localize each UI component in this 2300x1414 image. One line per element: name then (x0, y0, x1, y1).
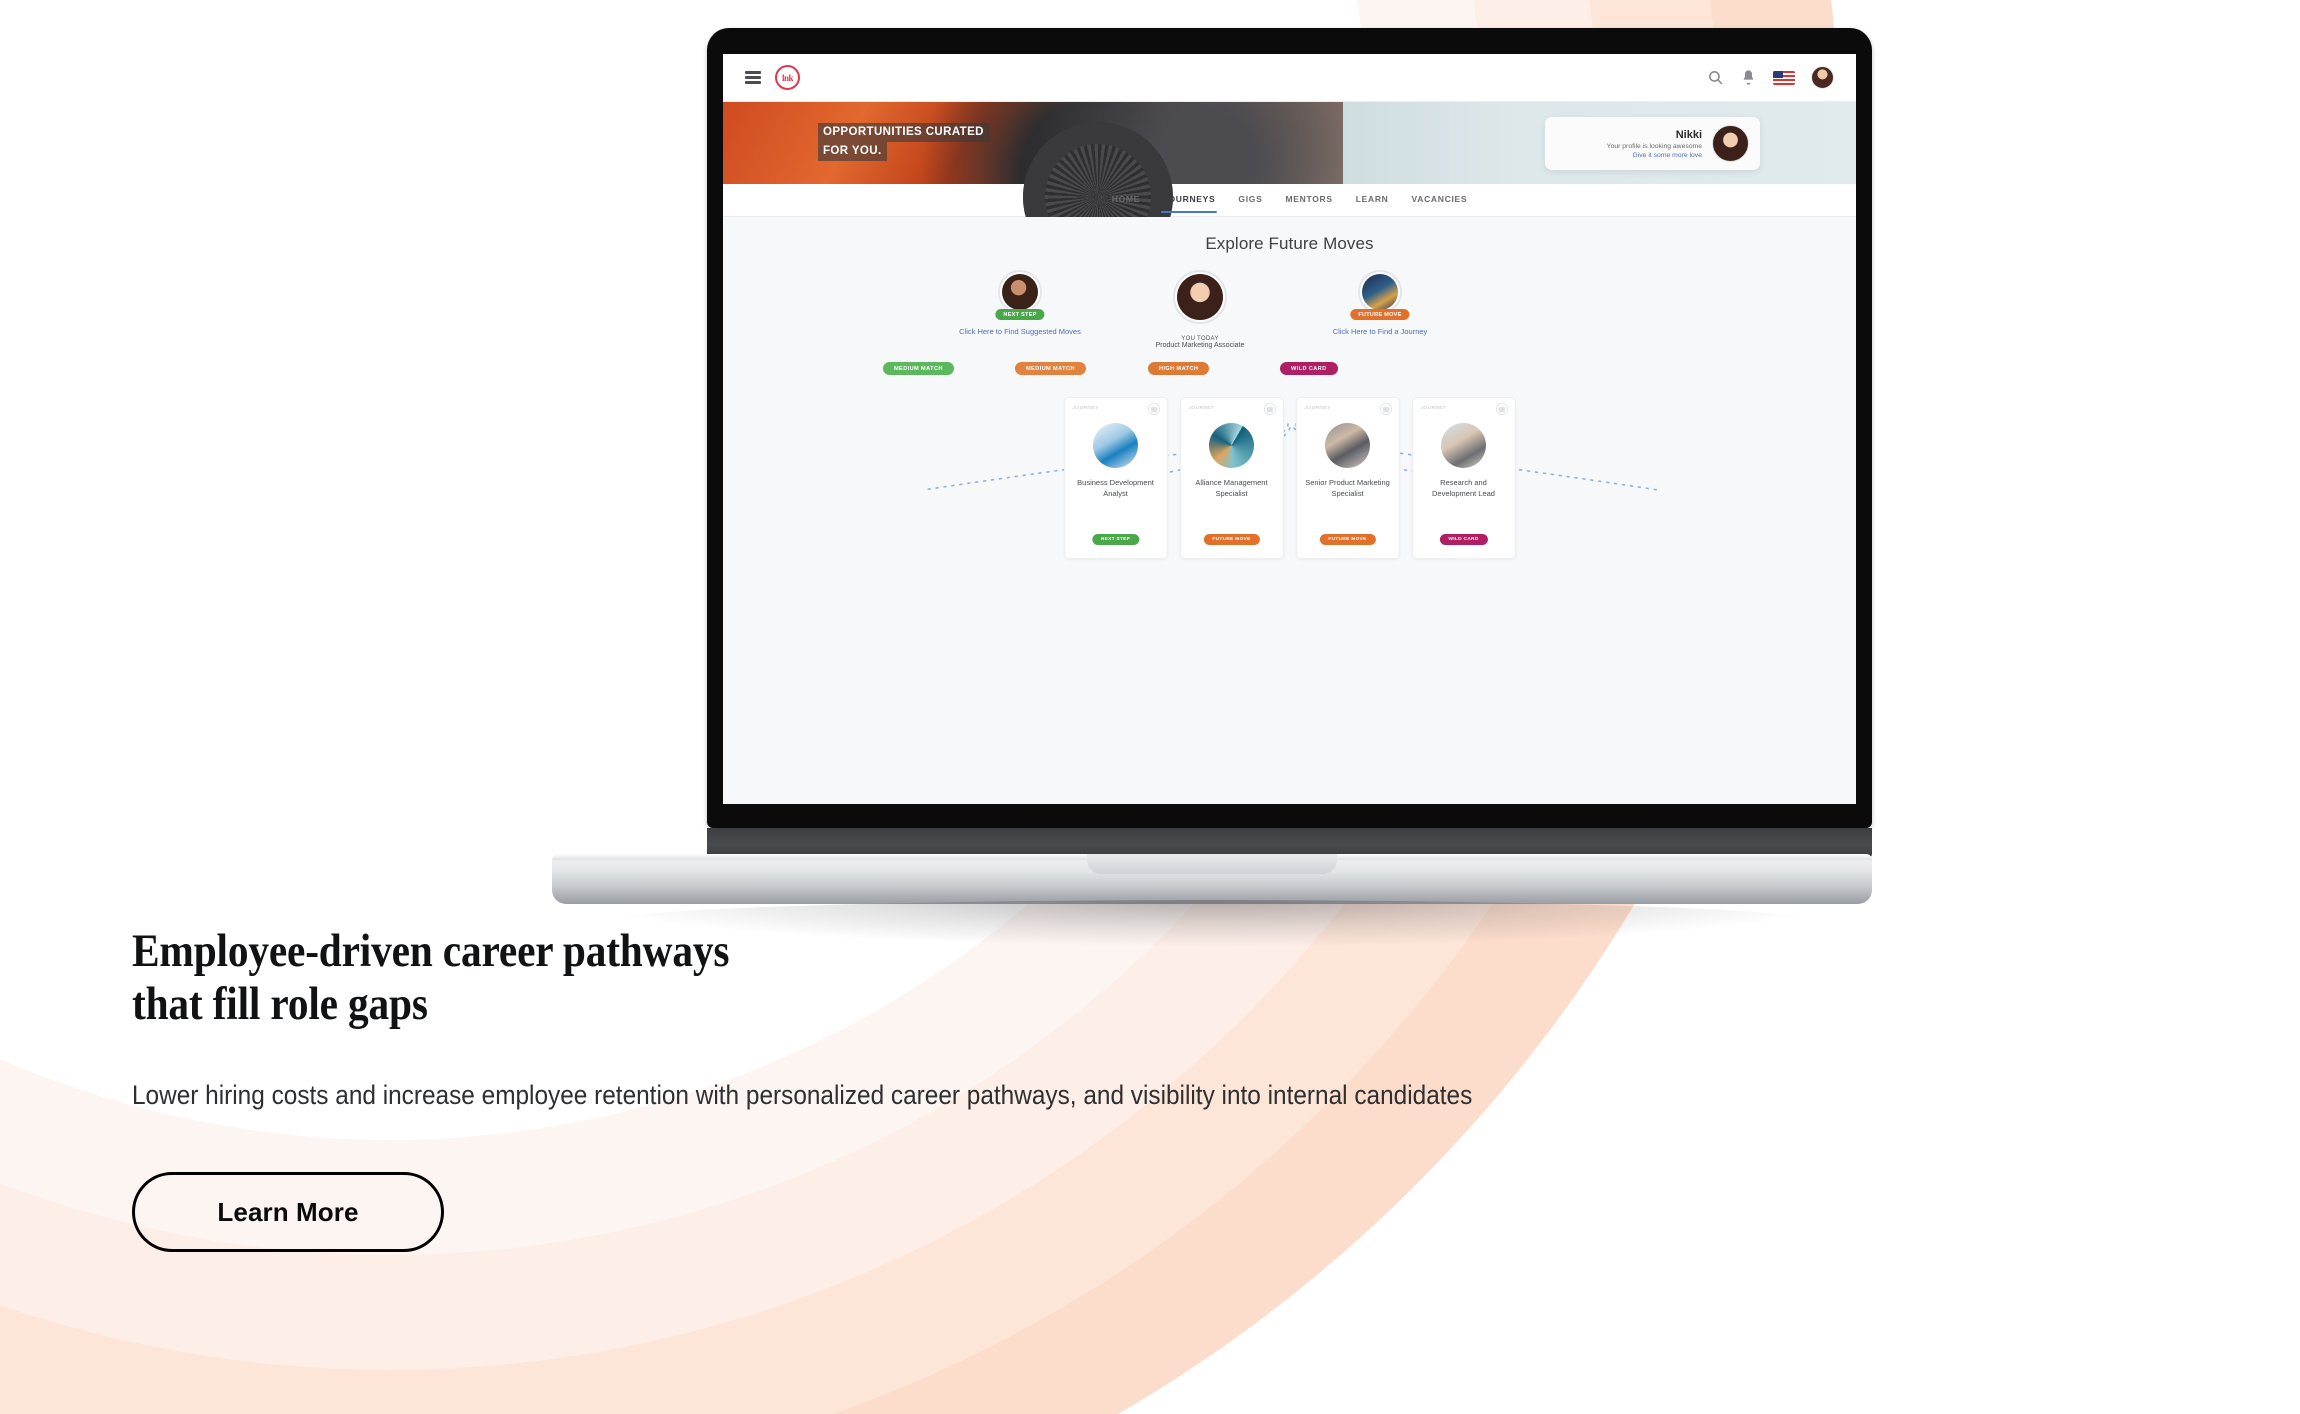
search-icon[interactable] (1707, 69, 1724, 86)
profile-link[interactable]: Give it some more love (1556, 151, 1702, 160)
app-main: Explore Future Moves NEXT STEP Click Her… (723, 217, 1856, 802)
node-photo (1002, 274, 1038, 310)
card-title: Alliance Management Specialist (1195, 478, 1268, 498)
node-photo-future (1362, 274, 1398, 310)
bell-icon[interactable] (1740, 69, 1757, 86)
card-image (1325, 423, 1370, 468)
profile-card-text: Nikki Your profile is looking awesome Gi… (1556, 128, 1702, 160)
node-avatar-ring-future: FUTURE MOVE (1350, 270, 1410, 320)
headline-line2: that fill role gaps (132, 978, 428, 1030)
node-badge-next-step: NEXT STEP (995, 309, 1045, 320)
node-avatar-ring-current (1173, 270, 1227, 324)
node-you-today: YOU TODAY Product Marketing Associate (1115, 270, 1285, 349)
profile-subtitle: Your profile is looking awesome (1606, 142, 1702, 150)
node-label-current-role: Product Marketing Associate (1155, 342, 1245, 349)
hamburger-icon[interactable] (745, 71, 761, 84)
match-badge-4: WILD CARD (1280, 362, 1338, 375)
bookmark-icon[interactable] (1147, 403, 1160, 415)
nav-item-gigs[interactable]: GIGS (1238, 194, 1262, 206)
hero-caption-line1: OPPORTUNITIES CURATED (818, 123, 989, 142)
node-photo-current (1177, 274, 1223, 320)
laptop-notch (1087, 854, 1337, 874)
card-image (1209, 423, 1254, 468)
flag-icon[interactable] (1773, 70, 1795, 85)
app-topbar: lnk (723, 54, 1856, 102)
subcopy: Lower hiring costs and increase employee… (132, 1080, 1473, 1110)
match-badges: MEDIUM MATCH MEDIUM MATCH HIGH MATCH WIL… (723, 362, 1856, 388)
nav-item-vacancies[interactable]: VACANCIES (1412, 194, 1468, 206)
laptop-lid: lnk OPPORTUNITIES CURATED FOR YOU. Nikki… (707, 28, 1872, 828)
journey-card[interactable]: JOURNEY Research and Development Lead WI… (1411, 397, 1516, 559)
node-link-suggested-moves[interactable]: Click Here to Find Suggested Moves (935, 327, 1105, 336)
profile-card[interactable]: Nikki Your profile is looking awesome Gi… (1545, 117, 1760, 170)
card-title: Research and Development Lead (1432, 478, 1495, 498)
profile-name: Nikki (1675, 128, 1702, 141)
avatar[interactable] (1811, 66, 1834, 89)
laptop-screen: lnk OPPORTUNITIES CURATED FOR YOU. Nikki… (723, 54, 1856, 804)
card-badge: FUTURE MOVE (1203, 534, 1260, 545)
card-title: Senior Product Marketing Specialist (1305, 478, 1390, 498)
journey-card[interactable]: JOURNEY Business Development Analyst NEX… (1063, 397, 1168, 559)
hero-image (723, 102, 1343, 272)
main-nav: HOME JOURNEYS GIGS MENTORS LEARN VACANCI… (723, 184, 1856, 217)
hero-caption-line2: FOR YOU. (818, 142, 887, 161)
journey-card[interactable]: JOURNEY Alliance Management Specialist F… (1179, 397, 1284, 559)
laptop-mockup: lnk OPPORTUNITIES CURATED FOR YOU. Nikki… (552, 28, 1872, 946)
hero-banner: OPPORTUNITIES CURATED FOR YOU. Nikki You… (723, 102, 1856, 272)
marketing-copy: Employee-driven career pathways that fil… (132, 925, 2232, 1252)
card-tag: JOURNEY (1420, 405, 1447, 410)
bookmark-icon[interactable] (1263, 403, 1276, 415)
nav-item-journeys[interactable]: JOURNEYS (1161, 194, 1218, 213)
connector-lines (922, 423, 1659, 493)
match-badge-1: MEDIUM MATCH (883, 362, 954, 375)
bookmark-icon[interactable] (1495, 403, 1508, 415)
node-avatar-ring: NEXT STEP (995, 270, 1045, 320)
journey-card[interactable]: JOURNEY Senior Product Marketing Special… (1295, 397, 1400, 559)
card-tag: JOURNEY (1188, 405, 1215, 410)
card-tag: JOURNEY (1304, 405, 1331, 410)
card-badge: NEXT STEP (1091, 534, 1140, 545)
learn-more-button[interactable]: Learn More (132, 1172, 444, 1252)
page-title: Explore Future Moves (1205, 234, 1374, 253)
card-badge: FUTURE MOVE (1319, 534, 1376, 545)
topbar-left: lnk (745, 65, 800, 90)
card-title: Business Development Analyst (1077, 478, 1154, 498)
career-nodes: NEXT STEP Click Here to Find Suggested M… (723, 270, 1856, 349)
topbar-right (1707, 66, 1834, 89)
match-badge-3: HIGH MATCH (1148, 362, 1210, 375)
nav-item-home[interactable]: HOME (1112, 194, 1140, 206)
card-tag: JOURNEY (1072, 405, 1099, 410)
nav-item-mentors[interactable]: MENTORS (1285, 194, 1332, 206)
card-image (1441, 423, 1486, 468)
brand-logo-icon[interactable]: lnk (775, 65, 800, 90)
profile-avatar (1712, 125, 1749, 162)
node-link-find-journey[interactable]: Click Here to Find a Journey (1295, 327, 1465, 336)
match-badge-2: MEDIUM MATCH (1015, 362, 1086, 375)
node-next-step[interactable]: NEXT STEP Click Here to Find Suggested M… (935, 270, 1105, 336)
bookmark-icon[interactable] (1379, 403, 1392, 415)
hero-caption: OPPORTUNITIES CURATED FOR YOU. (818, 123, 989, 161)
nav-item-learn[interactable]: LEARN (1356, 194, 1389, 206)
card-image (1093, 423, 1138, 468)
page-root: lnk OPPORTUNITIES CURATED FOR YOU. Nikki… (0, 0, 2300, 1414)
node-future-move[interactable]: FUTURE MOVE Click Here to Find a Journey (1295, 270, 1465, 336)
headline: Employee-driven career pathways that fil… (132, 925, 1980, 1031)
headline-line1: Employee-driven career pathways (132, 925, 730, 977)
card-badge: WILD CARD (1439, 534, 1488, 545)
node-badge-future-move: FUTURE MOVE (1350, 309, 1410, 320)
